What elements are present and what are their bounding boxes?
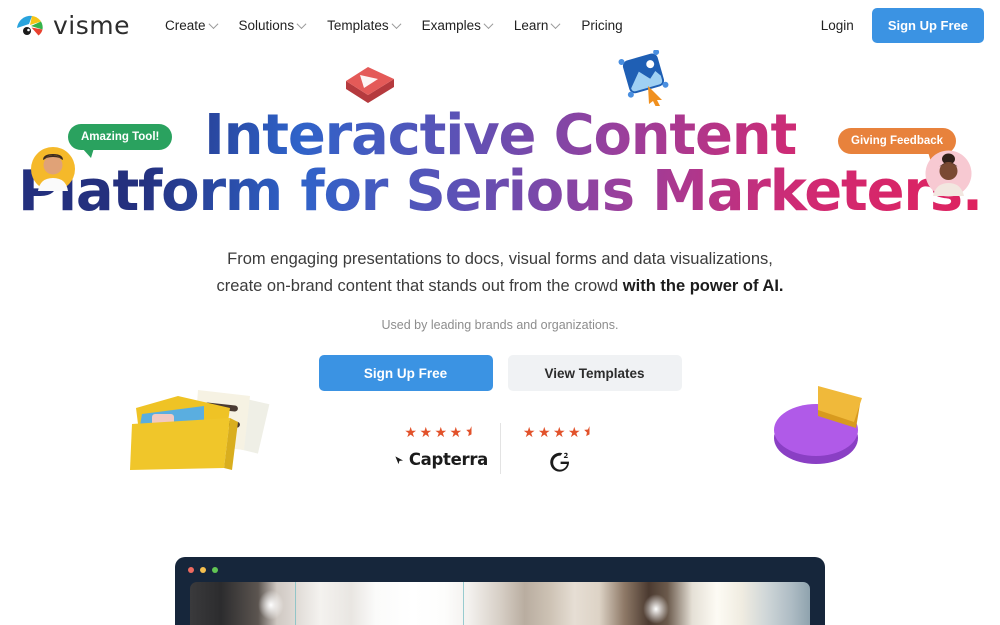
stars-full: ★★★★ <box>522 424 584 441</box>
header-actions: Login Sign Up Free <box>821 7 984 43</box>
nav-label: Learn <box>513 17 549 33</box>
close-dot-icon <box>188 567 194 573</box>
g2-logo-icon <box>549 453 569 473</box>
chevron-down-icon <box>296 18 307 29</box>
rating-card-capterra[interactable]: ★★★★ Capterra <box>382 423 500 474</box>
subhead-line-2: create on-brand content that stands out … <box>216 276 623 295</box>
capterra-brand: Capterra <box>394 450 488 469</box>
headline-line-2: Platform for Serious Marketers. <box>0 164 1000 220</box>
rating-card-g2[interactable]: ★★★★ <box>500 423 618 475</box>
nav-label: Create <box>165 17 206 33</box>
logo-wordmark: visme <box>53 10 130 40</box>
chevron-down-icon <box>391 18 402 29</box>
stars-full: ★★★★ <box>404 424 465 441</box>
nav-label: Templates <box>327 17 389 33</box>
nav-label: Pricing <box>581 17 623 33</box>
nav-item-pricing[interactable]: Pricing <box>570 12 633 39</box>
video-edge-line <box>462 582 464 625</box>
half-star-icon <box>584 426 595 437</box>
video-highlight <box>258 590 285 620</box>
nav-item-solutions[interactable]: Solutions <box>228 12 317 39</box>
product-video-window[interactable] <box>175 557 825 625</box>
nav-item-examples[interactable]: Examples <box>411 12 503 39</box>
image-placeholder-3d-icon <box>618 49 669 106</box>
headline-line-1: Interactive Content <box>0 108 1000 164</box>
star-rating: ★★★★ <box>513 423 606 441</box>
chevron-down-icon <box>208 18 218 29</box>
hero-subheadline: From engaging presentations to docs, vis… <box>0 246 1000 299</box>
video-highlight <box>642 594 669 624</box>
pie-chart-3d-icon <box>774 386 862 464</box>
avatar-male-yellow-icon <box>31 147 75 191</box>
video-play-tile-3d-icon <box>346 67 394 103</box>
avatar-female-pink-icon <box>925 150 972 197</box>
header-signup-button[interactable]: Sign Up Free <box>871 7 984 43</box>
testimonial-avatar-left <box>30 146 76 192</box>
view-templates-button[interactable]: View Templates <box>507 355 682 392</box>
maximize-dot-icon <box>212 567 218 573</box>
visme-landing-page: visme Create Solutions Templates Example… <box>0 0 1000 625</box>
nav-item-templates[interactable]: Templates <box>316 12 411 39</box>
g2-brand <box>513 450 606 474</box>
main-navigation: Create Solutions Templates Examples Lear… <box>154 12 634 39</box>
window-traffic-lights <box>188 567 218 573</box>
video-frame[interactable] <box>190 582 810 625</box>
logo[interactable]: visme <box>16 11 130 40</box>
minimize-dot-icon <box>200 567 206 573</box>
visme-logo-icon <box>17 15 43 36</box>
half-star-icon <box>465 426 477 437</box>
testimonial-avatar-right <box>925 150 972 197</box>
site-header: visme Create Solutions Templates Example… <box>0 0 1000 50</box>
chevron-down-icon <box>550 18 561 29</box>
subhead-line-2-emphasis: with the power of AI. <box>622 276 784 295</box>
video-edge-line <box>295 582 297 625</box>
capterra-label: Capterra <box>408 450 488 470</box>
nav-label: Examples <box>421 17 481 33</box>
nav-item-learn[interactable]: Learn <box>503 12 571 39</box>
capterra-arrow-icon <box>395 456 404 465</box>
chevron-down-icon <box>483 18 494 29</box>
login-link[interactable]: Login <box>821 18 854 33</box>
page-title: Interactive Content Platform for Serious… <box>0 108 1000 220</box>
folder-documents-3d-icon <box>130 390 270 470</box>
subhead-line-1: From engaging presentations to docs, vis… <box>227 250 773 268</box>
nav-item-create[interactable]: Create <box>154 12 228 39</box>
star-rating: ★★★★ <box>394 423 488 441</box>
used-by-note: Used by leading brands and organizations… <box>381 318 619 333</box>
nav-label: Solutions <box>238 17 295 33</box>
signup-free-button[interactable]: Sign Up Free <box>318 355 493 392</box>
